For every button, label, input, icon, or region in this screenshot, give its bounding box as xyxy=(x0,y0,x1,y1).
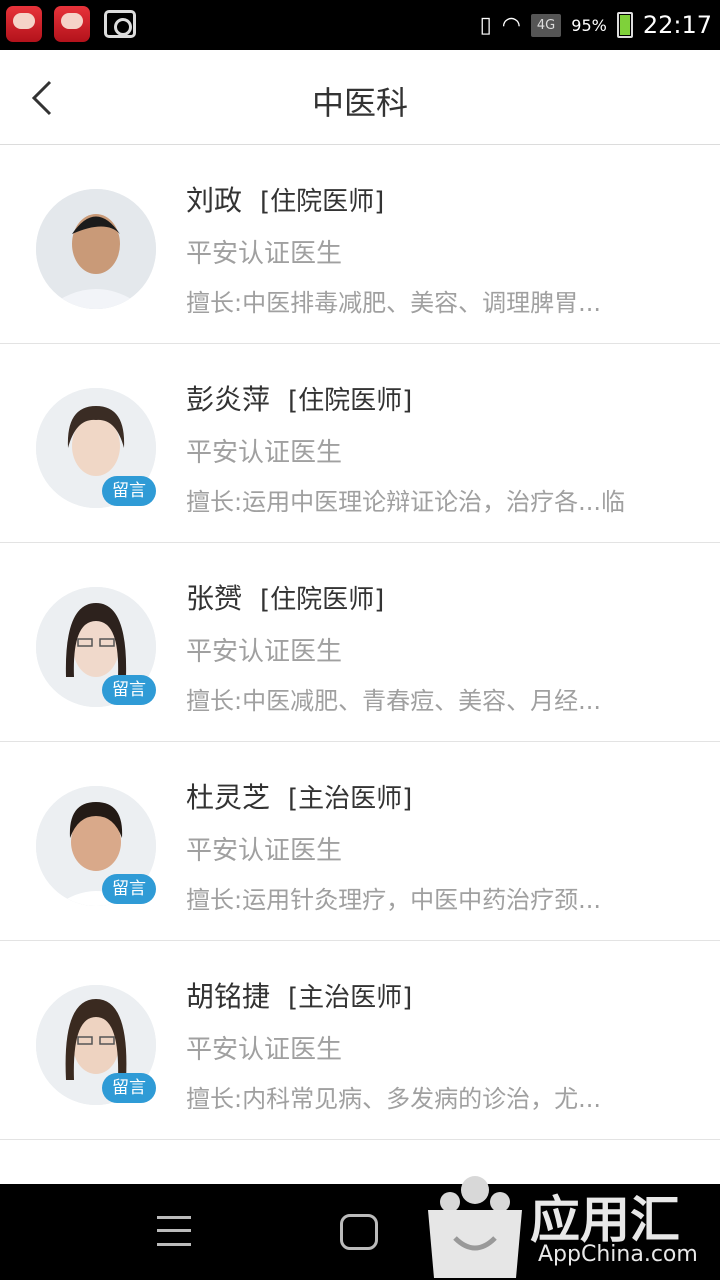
doctor-row[interactable]: 留言 彭炎萍 [住院医师] 平安认证医生 擅长:运用中医理论辩证论治，治疗各...… xyxy=(0,344,720,543)
specialty: 擅长:内科常见病、多发病的诊治，尤... xyxy=(186,1085,601,1113)
doctor-row[interactable]: 刘政 [住院医师] 平安认证医生 擅长:中医排毒减肥、美容、调理脾胃... xyxy=(0,145,720,344)
doctor-title: [主治医师] xyxy=(288,983,413,1013)
wifi-icon: ◠ xyxy=(501,12,521,38)
menu-icon[interactable] xyxy=(157,1216,191,1246)
message-badge[interactable]: 留言 xyxy=(102,675,156,705)
avatar xyxy=(36,189,156,309)
doctor-name: 张赟 xyxy=(186,582,243,615)
specialty: 擅长:中医减肥、青春痘、美容、月经... xyxy=(186,687,601,715)
app-icon xyxy=(54,6,90,42)
certification: 平安认证医生 xyxy=(186,239,343,269)
specialty: 擅长:中医排毒减肥、美容、调理脾胃... xyxy=(186,289,601,317)
certification: 平安认证医生 xyxy=(186,836,343,866)
doctor-name-line: 胡铭捷 [主治医师] xyxy=(186,975,412,1015)
doctor-name-line: 张赟 [住院医师] xyxy=(186,577,384,617)
certification: 平安认证医生 xyxy=(186,1035,343,1065)
doctor-name: 刘政 xyxy=(186,184,243,217)
doctor-title: [主治医师] xyxy=(288,784,413,814)
battery-icon xyxy=(616,12,633,38)
doctor-title: [住院医师] xyxy=(288,386,413,416)
vibrate-icon: ▯ xyxy=(479,12,492,38)
doctor-row[interactable]: 留言 杜灵芝 [主治医师] 平安认证医生 擅长:运用针灸理疗，中医中药治疗颈... xyxy=(0,742,720,941)
doctor-row[interactable]: 留言 张赟 [住院医师] 平安认证医生 擅长:中医减肥、青春痘、美容、月经... xyxy=(0,543,720,742)
clock: 22:17 xyxy=(642,11,712,39)
battery-percent: 95% xyxy=(571,15,607,35)
specialty: 擅长:运用针灸理疗，中医中药治疗颈... xyxy=(186,886,601,914)
doctor-name-line: 彭炎萍 [住院医师] xyxy=(186,378,412,418)
screenshot-icon xyxy=(104,10,136,38)
network-type: 4G xyxy=(530,13,562,37)
certification: 平安认证医生 xyxy=(186,438,343,468)
watermark-subtext: AppChina.com xyxy=(538,1242,698,1267)
doctor-name: 彭炎萍 xyxy=(186,383,271,416)
doctor-list[interactable]: 刘政 [住院医师] 平安认证医生 擅长:中医排毒减肥、美容、调理脾胃... 留言 … xyxy=(0,145,720,1185)
doctor-name-line: 刘政 [住院医师] xyxy=(186,179,384,219)
doctor-name: 杜灵芝 xyxy=(186,781,271,814)
home-icon[interactable] xyxy=(340,1214,378,1250)
status-bar: ▯ ◠ 4G 95% 22:17 xyxy=(0,0,720,50)
page-title: 中医科 xyxy=(311,84,408,122)
specialty: 擅长:运用中医理论辩证论治，治疗各...临 xyxy=(186,488,625,516)
header: 中医科 xyxy=(0,50,720,145)
doctor-title: [住院医师] xyxy=(260,585,385,615)
doctor-name: 胡铭捷 xyxy=(186,980,271,1013)
message-badge[interactable]: 留言 xyxy=(102,1073,156,1103)
certification: 平安认证医生 xyxy=(186,637,343,667)
doctor-title: [住院医师] xyxy=(260,187,385,217)
doctor-name-line: 杜灵芝 [主治医师] xyxy=(186,776,412,816)
doctor-row[interactable]: 留言 胡铭捷 [主治医师] 平安认证医生 擅长:内科常见病、多发病的诊治，尤... xyxy=(0,941,720,1140)
watermark-logo-icon xyxy=(428,1176,522,1278)
message-badge[interactable]: 留言 xyxy=(102,476,156,506)
app-icon xyxy=(6,6,42,42)
watermark: 应用汇 AppChina.com xyxy=(420,1160,720,1280)
message-badge[interactable]: 留言 xyxy=(102,874,156,904)
